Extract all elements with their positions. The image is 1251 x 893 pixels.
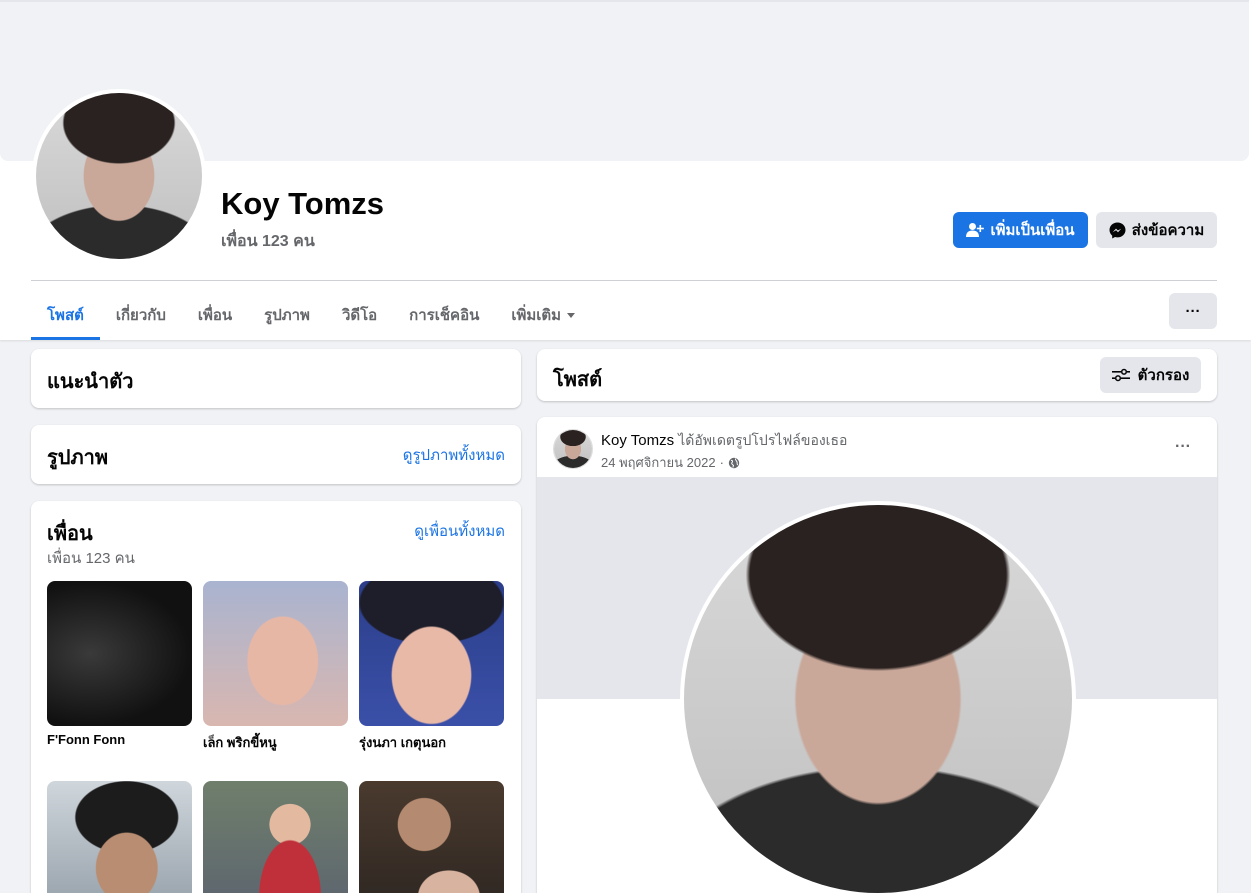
profile-more-button[interactable]: ··· (1169, 293, 1217, 329)
post-image[interactable] (537, 477, 1217, 893)
add-friend-icon (966, 223, 985, 237)
see-all-friends-link[interactable]: ดูเพื่อนทั้งหมด (414, 519, 505, 543)
post-profile-picture[interactable] (680, 501, 1076, 893)
tab-checkins-label: การเช็คอิน (409, 307, 480, 324)
post-author-photo (554, 430, 592, 468)
intro-title: แนะนำตัว (47, 371, 134, 393)
tab-about[interactable]: เกี่ยวกับ (100, 290, 182, 340)
tab-videos[interactable]: วิดีโอ (326, 290, 393, 340)
post-author-avatar[interactable] (553, 429, 593, 469)
tab-more[interactable]: เพิ่มเติม (495, 290, 591, 340)
friend-tile[interactable] (47, 781, 192, 893)
friend-name[interactable]: F'Fonn Fonn (47, 732, 192, 747)
profile-avatar[interactable] (32, 89, 206, 263)
globe-icon (728, 457, 740, 468)
intro-card: แนะนำตัว (31, 349, 521, 408)
post-date[interactable]: 24 พฤศจิกายน 2022 (601, 452, 716, 473)
post-options-button[interactable]: ··· (1165, 435, 1201, 459)
profile-tabs: โพสต์ เกี่ยวกับ เพื่อน รูปภาพ วิดีโอ การ… (31, 290, 591, 340)
friend-tile[interactable]: F'Fonn Fonn (47, 581, 192, 747)
add-friend-button[interactable]: เพิ่มเป็นเพื่อน (953, 212, 1088, 248)
photos-title: รูปภาพ (47, 447, 109, 469)
post-more-icon: ··· (1175, 438, 1191, 455)
posts-title: โพสต์ (553, 369, 603, 391)
caret-down-icon (567, 312, 576, 318)
see-all-photos-link[interactable]: ดูรูปภาพทั้งหมด (403, 443, 505, 467)
messenger-icon (1109, 222, 1126, 238)
friend-name[interactable]: รุ่งนภา เกตุนอก (359, 732, 504, 753)
profile-friends-count[interactable]: เพื่อน 123 คน (221, 229, 315, 254)
friend-photo[interactable] (47, 781, 192, 893)
tab-friends[interactable]: เพื่อน (182, 290, 248, 340)
more-dots-icon: ··· (1185, 302, 1201, 320)
meta-separator: · (719, 455, 724, 470)
filter-icon (1111, 368, 1130, 382)
tab-videos-label: วิดีโอ (341, 307, 378, 324)
message-button[interactable]: ส่งข้อความ (1096, 212, 1217, 248)
tab-more-label: เพิ่มเติม (511, 307, 562, 324)
filter-button[interactable]: ตัวกรอง (1100, 357, 1201, 393)
friend-tile[interactable]: เล็ก พริกขี้หนู (203, 581, 348, 753)
header-divider (31, 280, 1217, 281)
friend-photo[interactable] (203, 581, 348, 726)
friend-name[interactable]: เล็ก พริกขี้หนู (203, 732, 348, 753)
posts-header-card: โพสต์ ตัวกรอง (537, 349, 1217, 401)
profile-photo (36, 93, 202, 259)
message-label: ส่งข้อความ (1131, 222, 1205, 239)
add-friend-label: เพิ่มเป็นเพื่อน (990, 222, 1075, 239)
friend-tile[interactable] (203, 781, 348, 893)
tab-friends-label: เพื่อน (197, 307, 233, 324)
post-photo (684, 505, 1072, 893)
filter-label: ตัวกรอง (1137, 367, 1190, 384)
post-action-text: ได้อัพเดตรูปโปรไฟล์ของเธอ (678, 432, 848, 448)
tab-photos-label: รูปภาพ (264, 307, 310, 324)
friend-tile[interactable]: รุ่งนภา เกตุนอก (359, 581, 504, 753)
friend-photo[interactable] (359, 581, 504, 726)
friends-count: เพื่อน 123 คน (47, 550, 135, 567)
friends-title: เพื่อน (47, 523, 93, 545)
profile-name: Koy Tomzs (221, 186, 385, 221)
tab-posts-label: โพสต์ (47, 307, 84, 324)
friend-tile[interactable] (359, 781, 504, 893)
friend-photo[interactable] (47, 581, 192, 726)
friend-photo[interactable] (359, 781, 504, 893)
tab-posts[interactable]: โพสต์ (31, 290, 100, 340)
tab-about-label: เกี่ยวกับ (115, 307, 166, 324)
post-card: Koy Tomzs ได้อัพเดตรูปโปรไฟล์ของเธอ 24 พ… (537, 417, 1217, 893)
tab-checkins[interactable]: การเช็คอิน (393, 290, 495, 340)
post-author-name[interactable]: Koy Tomzs (601, 432, 674, 449)
tab-photos[interactable]: รูปภาพ (248, 290, 326, 340)
post-header: Koy Tomzs ได้อัพเดตรูปโปรไฟล์ของเธอ (601, 430, 847, 452)
photos-card: รูปภาพ ดูรูปภาพทั้งหมด (31, 425, 521, 484)
friends-card: เพื่อน ดูเพื่อนทั้งหมด เพื่อน 123 คน F'F… (31, 501, 521, 893)
post-meta: 24 พฤศจิกายน 2022 · (601, 452, 740, 473)
friend-photo[interactable] (203, 781, 348, 893)
